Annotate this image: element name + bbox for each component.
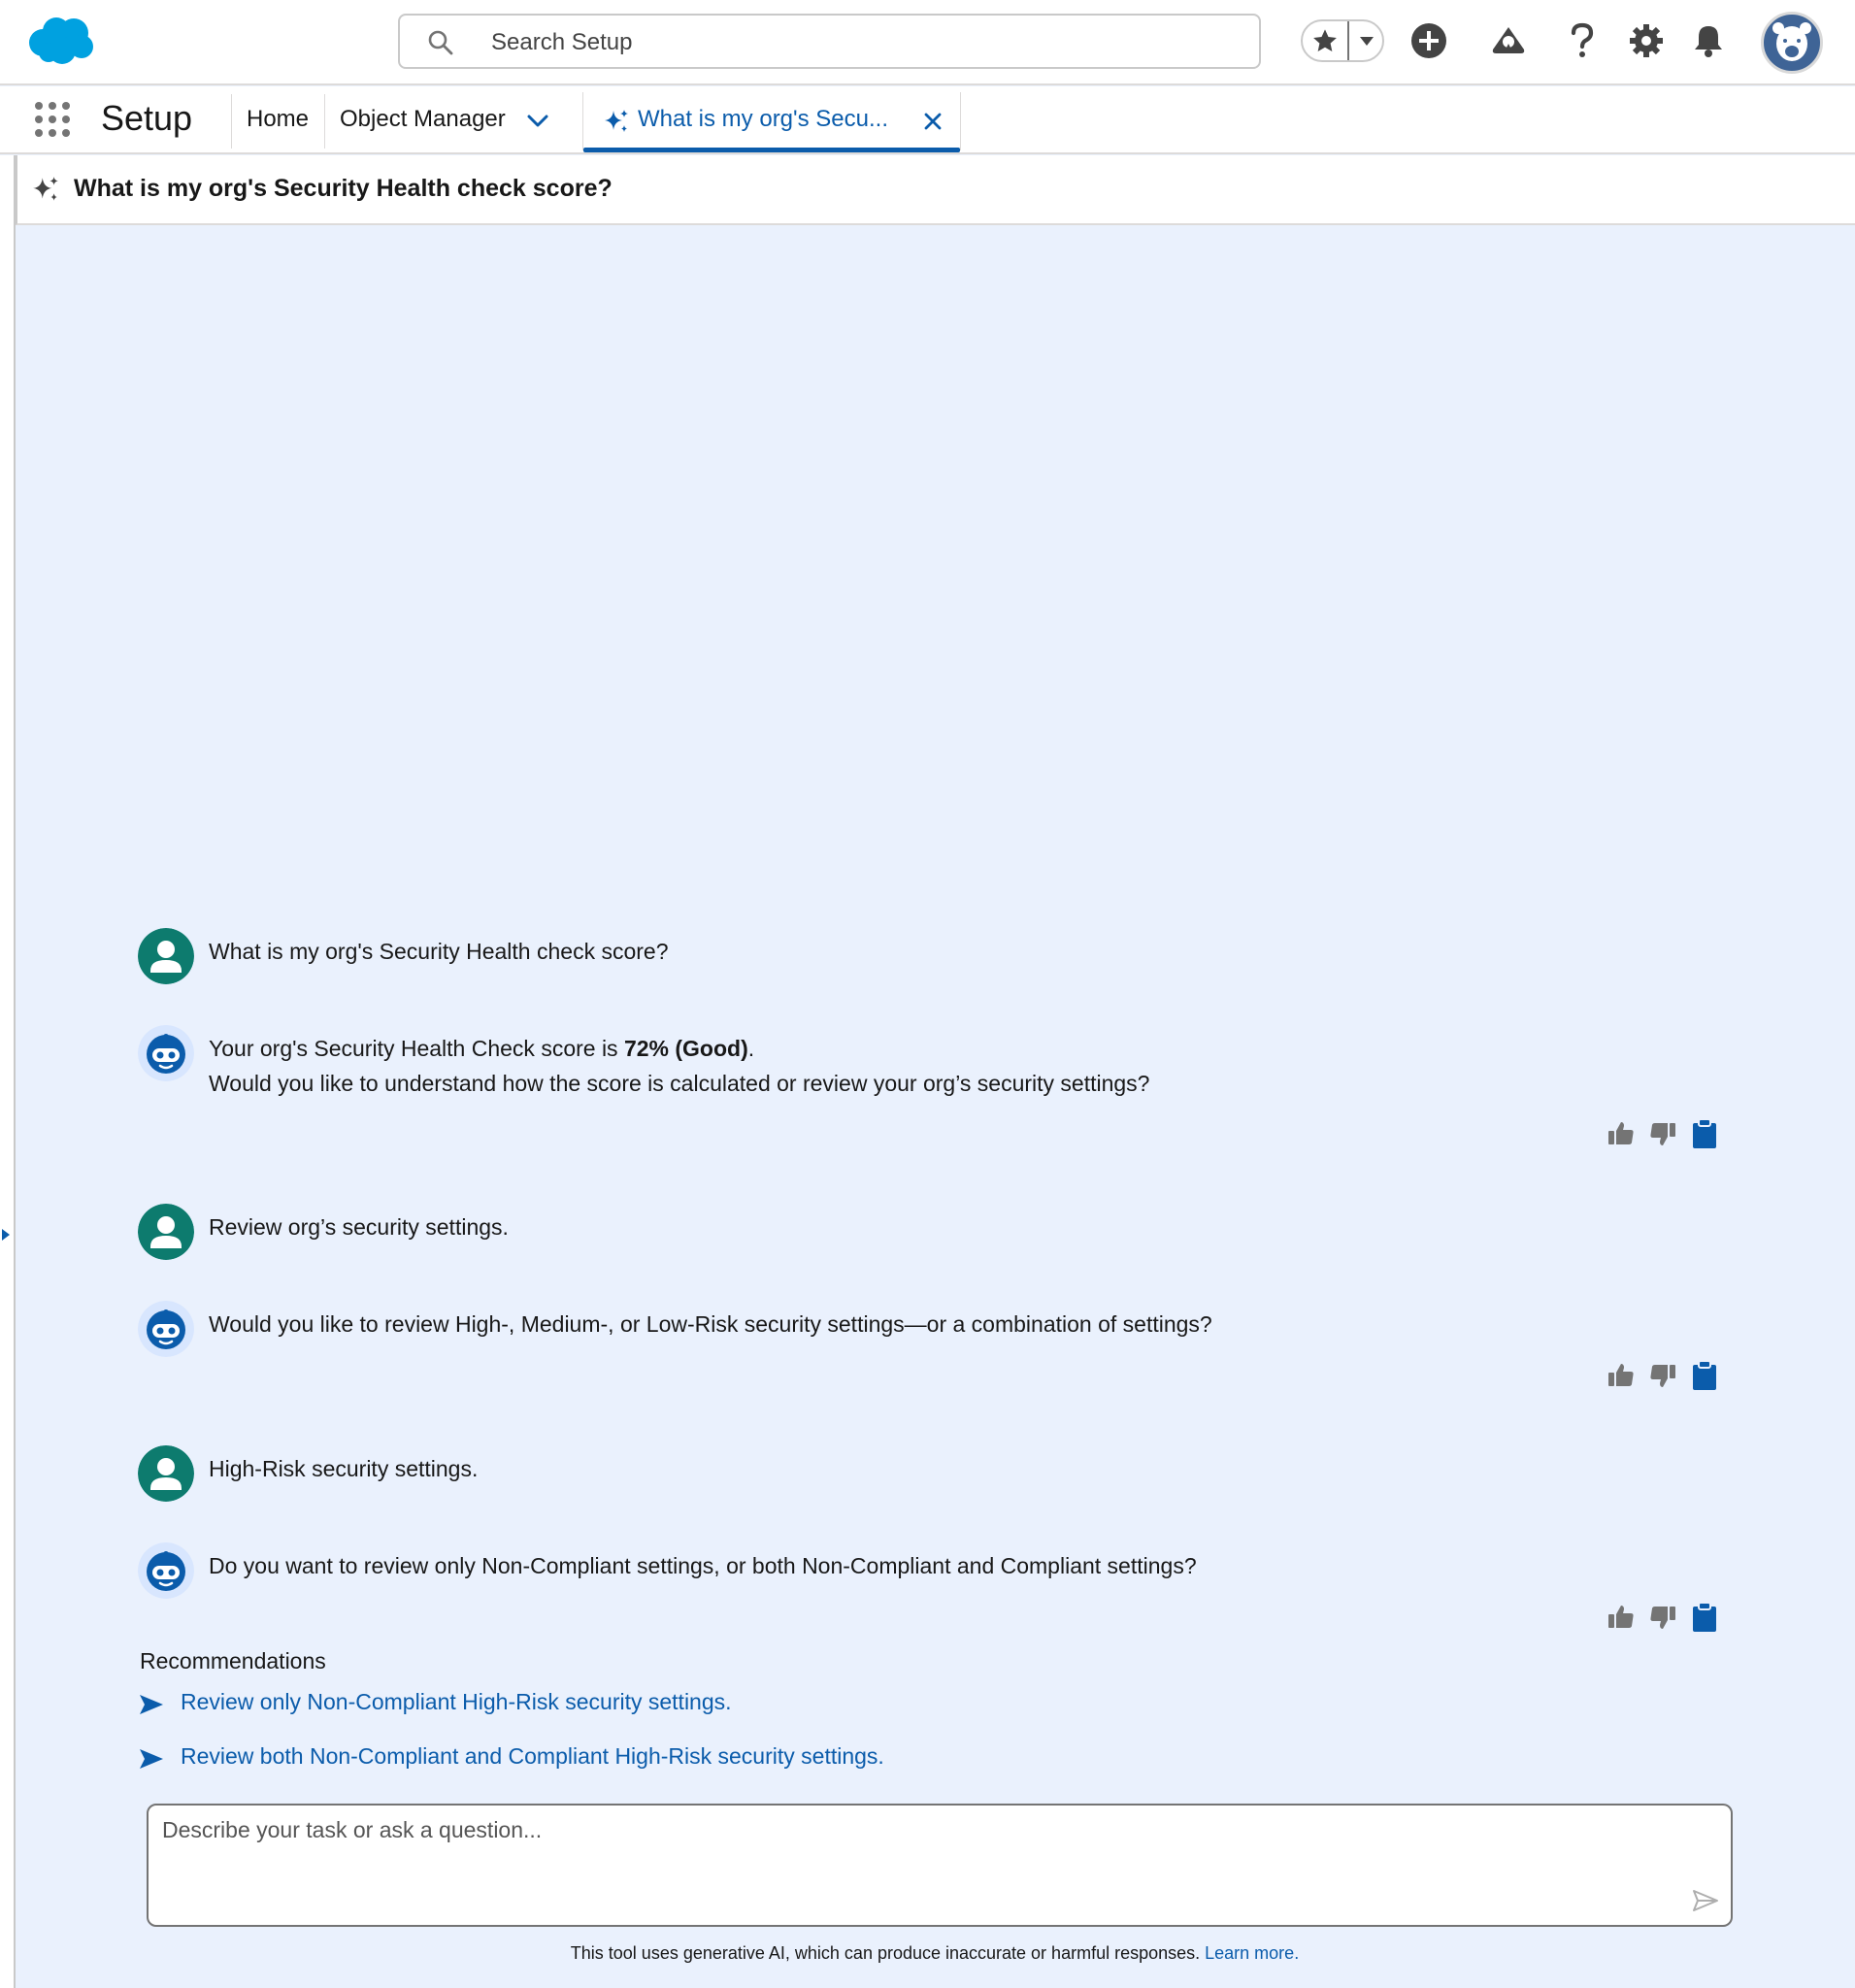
help-icon[interactable] [1563,21,1602,60]
agent-avatar-icon [138,1301,194,1357]
recommendations-heading: Recommendations [140,1648,326,1673]
recommendation-label: Review only Non-Compliant High-Risk secu… [181,1689,732,1714]
user-avatar-icon [138,928,194,984]
active-tab-indicator [583,148,960,152]
app-launcher-icon[interactable] [33,100,72,139]
thumbs-up-icon[interactable] [1606,1602,1637,1633]
nav-item-object-manager[interactable]: Object Manager [340,106,506,133]
thumbs-up-icon[interactable] [1606,1118,1637,1149]
user-avatar-icon [138,1445,194,1502]
favorites-star-icon[interactable] [1303,21,1347,60]
agent-avatar-icon [138,1542,194,1599]
message-text: High-Risk security settings. [209,1456,479,1481]
thumbs-down-icon[interactable] [1647,1118,1678,1149]
left-rail [0,155,16,1988]
sparkles-icon [31,175,60,204]
global-header: Search Setup [0,0,1855,85]
chat-input-placeholder: Describe your task or ask a question... [162,1817,543,1842]
ai-disclaimer: This tool uses generative AI, which can … [570,1943,1300,1963]
nav-divider [324,94,325,149]
global-actions-add-icon[interactable] [1409,21,1448,60]
send-arrow-icon [138,1691,165,1718]
expand-panel-icon[interactable] [2,1229,10,1241]
favorites-group [1301,19,1384,62]
search-placeholder: Search Setup [491,29,633,55]
message-text: Do you want to review only Non-Compliant… [209,1553,1197,1578]
chat-input[interactable]: Describe your task or ask a question... [147,1804,1733,1927]
user-avatar-icon [138,1204,194,1260]
workspace-tab-label: What is my org's Secu... [638,106,888,132]
notifications-bell-icon[interactable] [1689,21,1728,60]
search-icon [427,29,454,56]
send-icon[interactable] [1692,1887,1719,1914]
message-text: Would you like to review High-, Medium-,… [209,1311,1212,1337]
copy-clipboard-icon[interactable] [1689,1118,1720,1149]
app-nav-bar: Setup Home Object Manager What is my org… [0,86,1855,154]
trailhead-icon[interactable] [1489,21,1528,60]
salesforce-logo-icon[interactable] [23,14,97,68]
user-avatar[interactable] [1761,12,1823,74]
copy-clipboard-icon[interactable] [1689,1360,1720,1391]
search-setup-input[interactable]: Search Setup [398,14,1261,69]
recommendation-label: Review both Non-Compliant and Compliant … [181,1743,884,1769]
workspace-tab[interactable]: What is my org's Secu... [582,92,961,152]
message-text: What is my org's Security Health check s… [209,939,669,964]
favorites-dropdown-icon[interactable] [1347,21,1382,60]
health-score: 72% (Good) [623,1036,748,1061]
chevron-down-icon[interactable] [524,108,551,135]
sparkles-icon [603,108,630,135]
learn-more-link[interactable]: Learn more. [1205,1943,1299,1963]
app-name: Setup [101,98,193,138]
conversation-title: What is my org's Security Health check s… [74,175,613,202]
nav-divider [231,94,232,149]
setup-gear-icon[interactable] [1627,21,1666,60]
feedback-actions [1606,1360,1722,1393]
agent-avatar-icon [138,1025,194,1081]
feedback-actions [1606,1602,1722,1635]
thumbs-down-icon[interactable] [1647,1360,1678,1391]
feedback-actions [1606,1118,1722,1151]
message-text: Review org’s security settings. [209,1214,509,1240]
copy-clipboard-icon[interactable] [1689,1602,1720,1633]
send-arrow-icon [138,1745,165,1773]
nav-item-home[interactable]: Home [247,106,309,133]
conversation-header: What is my org's Security Health check s… [16,155,1855,225]
message-text: Your org's Security Health Check score i… [209,1036,1150,1096]
thumbs-down-icon[interactable] [1647,1602,1678,1633]
thumbs-up-icon[interactable] [1606,1360,1637,1391]
close-tab-icon[interactable] [921,110,944,133]
